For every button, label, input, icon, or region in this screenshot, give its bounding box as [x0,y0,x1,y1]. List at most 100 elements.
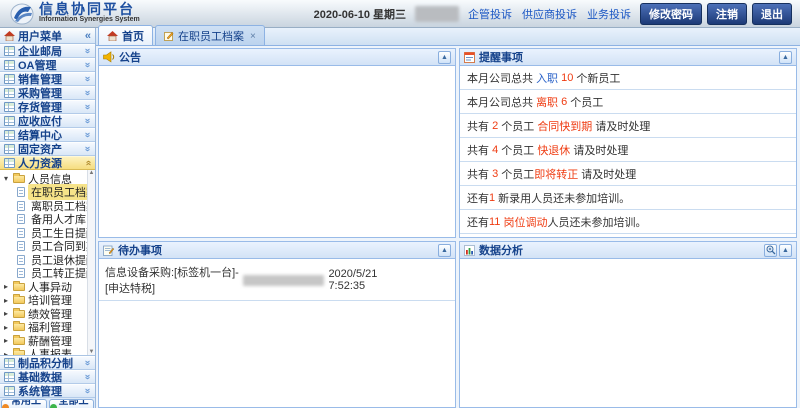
collapse-panel-icon[interactable]: ▲ [438,51,451,64]
sidebar-group-OA管理[interactable]: OA管理« [0,58,95,72]
reminder-text-segment: 共有 [467,118,492,134]
panel-analysis-header: 数据分析 ▲ [460,242,796,259]
change-password-button[interactable]: 修改密码 [640,3,702,25]
supplier-complaint-link[interactable]: 供应商投诉 [522,6,577,22]
sidebar-group-企业邮局[interactable]: 企业邮局« [0,44,95,58]
module-icon [4,372,15,382]
tab-home[interactable]: 首页 [98,25,153,45]
session-buttons: 修改密码注销退出 [640,3,792,25]
collapse-panel-icon[interactable]: ▲ [438,244,451,257]
chevron-down-icon: « [83,90,93,96]
tree-leaf-在职员工档案[interactable]: 在职员工档案 [2,186,86,200]
home-icon [107,31,118,41]
sidebar-group-销售管理[interactable]: 销售管理« [0,72,95,86]
reminder-text-segment: 个员工 [498,118,537,134]
collapse-panel-icon[interactable]: ▲ [779,51,792,64]
app-logo: 信息协同平台 Information Synergies System [10,3,140,25]
panel-announcement: 公告 ▲ [98,48,456,238]
sidebar-group-固定资产[interactable]: 固定资产« [0,142,95,156]
module-icon [4,116,15,126]
reminder-text-segment: 个员工 [498,142,537,158]
common-tasks-tab[interactable]: 常用工作 [1,399,47,408]
close-icon[interactable]: × [250,31,256,42]
exit-button[interactable]: 退出 [752,3,792,25]
sidebar-group-采购管理[interactable]: 采购管理« [0,86,95,100]
collapse-node-icon[interactable]: ▾ [2,174,10,183]
scroll-up-icon[interactable]: ▲ [89,170,95,176]
all-tasks-tab[interactable]: 全部工作 [49,399,95,408]
sidebar-group-系统管理[interactable]: 系统管理« [0,384,95,398]
reminder-item: 本月公司总共 入职 10 个新员工 [460,66,796,90]
chevron-down-icon: « [83,146,93,152]
panel-announcement-body [99,66,455,237]
app-root: 信息协同平台 Information Synergies System 2020… [0,0,800,408]
expand-node-icon[interactable]: ▸ [2,296,10,305]
reminder-text-segment: 入职 [536,70,558,86]
folder-icon [13,337,25,345]
sidebar-group-存货管理[interactable]: 存货管理« [0,100,95,114]
tree-scrollbar[interactable]: ▲ ▼ [87,170,95,355]
panel-reminders-header: 提醒事项 ▲ [460,49,796,66]
todo-item-time: 2020/5/21 7:52:35 [328,268,393,292]
reminder-text-segment: 离职 [536,94,558,110]
sidebar: 用户菜单 « 企业邮局«OA管理«销售管理«采购管理«存货管理«应收应付«结算中… [0,28,96,408]
tree-folder-人事报表[interactable]: ▸人事报表 [2,348,86,357]
zoom-icon[interactable] [764,244,777,257]
sidebar-group-label: 人力资源 [18,155,62,171]
module-icon [4,46,15,56]
tab-label: 首页 [122,28,144,44]
document-icon [17,228,25,238]
panel-todo-header: 待办事项 ▲ [99,242,455,259]
reminder-text-segment: 11 [489,216,500,228]
document-icon [17,268,25,278]
business-complaint-link[interactable]: 业务投诉 [587,6,631,22]
expand-node-icon[interactable]: ▸ [2,323,10,332]
dashboard-grid: 公告 ▲ [96,46,800,408]
sidebar-group-hr[interactable]: 人力资源 « [0,156,95,170]
reminder-item: 还有1 新录用人员还未参加培训。 [460,186,796,210]
pencil-icon [164,31,174,41]
sidebar-group-制品积分制[interactable]: 制品积分制« [0,356,95,370]
enterprise-complaint-link[interactable]: 企管投诉 [468,6,512,22]
reminder-text-segment: 本月公司总共 [467,70,536,86]
complaint-links: 企管投诉供应商投诉业务投诉 [468,6,631,22]
expand-node-icon[interactable]: ▸ [2,350,10,356]
document-icon [17,241,25,251]
expand-node-icon[interactable]: ▸ [2,282,10,291]
home-icon [4,31,15,41]
todo-icon [103,245,114,256]
panel-todo: 待办事项 ▲ 信息设备采购:[标签机一台]-[申达特税] 2020/5/21 7… [98,241,456,408]
reminder-icon [464,52,475,63]
horn-icon [103,51,115,63]
tree-leaf-员工合同到期[interactable]: 员工合同到期 [2,240,86,254]
panel-title: 提醒事项 [479,49,523,65]
tab-active-employees[interactable]: 在职员工档案 × [155,25,265,45]
logout-button[interactable]: 注销 [707,3,747,25]
panel-title: 待办事项 [118,242,162,258]
reminder-text-segment: 快退休 [537,142,570,158]
folder-icon [13,283,25,291]
tab-bar: 首页 在职员工档案 × [96,28,800,46]
chevron-down-icon: « [83,374,93,380]
logo-text: 信息协同平台 Information Synergies System [39,3,140,24]
sidebar-collapse-icon[interactable]: « [85,30,91,42]
reminder-text-segment: 个员工 [567,94,603,110]
scroll-down-icon[interactable]: ▼ [89,349,95,355]
collapse-panel-icon[interactable]: ▲ [779,244,792,257]
current-date: 2020-06-10 星期三 [314,6,406,22]
sidebar-group-应收应付[interactable]: 应收应付« [0,114,95,128]
sidebar-bottom-tabs: 常用工作全部工作 [0,398,95,408]
reminder-text-segment: 请及时处理 [592,118,650,134]
expand-node-icon[interactable]: ▸ [2,336,10,345]
reminder-text-segment: 人员还未参加培训。 [547,214,646,230]
sidebar-group-结算中心[interactable]: 结算中心« [0,128,95,142]
sidebar-group-基础数据[interactable]: 基础数据« [0,370,95,384]
tree-leaf-备用人才库[interactable]: 备用人才库 [2,213,86,227]
todo-item-text: 信息设备采购:[标签机一台]-[申达特税] [105,264,239,296]
hr-menu-tree: ▾人员信息在职员工档案离职员工档案备用人才库员工生日提醒员工合同到期员工退休提醒… [0,170,95,356]
todo-item[interactable]: 信息设备采购:[标签机一台]-[申达特税] 2020/5/21 7:52:35 [99,259,455,301]
app-title: 信息协同平台 [39,3,140,16]
module-icon [4,74,15,84]
sidebar-item-user-menu[interactable]: 用户菜单 « [0,28,95,44]
expand-node-icon[interactable]: ▸ [2,309,10,318]
